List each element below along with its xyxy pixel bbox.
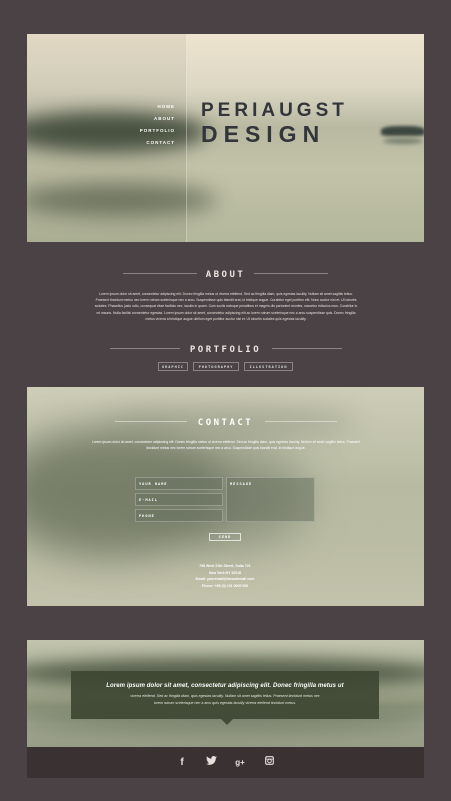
contact-heading: CONTACT bbox=[27, 412, 424, 430]
brand-name: PERIAUGST bbox=[201, 100, 348, 121]
contact-phone: Phone: +88 (0) 101 0000 000 bbox=[201, 583, 249, 588]
filter-illustration-button[interactable]: ILLUSTRATION bbox=[244, 362, 293, 371]
instagram-icon[interactable] bbox=[263, 756, 275, 770]
social-links: f g+ bbox=[27, 753, 424, 773]
hero-island bbox=[381, 126, 424, 136]
nav-portfolio[interactable]: PORTFOLIO bbox=[140, 125, 175, 137]
contact-address: 798 West 21th Street, Suite 721 New York… bbox=[175, 563, 275, 589]
name-input[interactable]: YOUR NAME bbox=[135, 477, 223, 490]
testimonial-text: viverra eleifend. Sed ac fringilla diam,… bbox=[130, 694, 320, 705]
filter-graphic-button[interactable]: GRAPHIC bbox=[158, 362, 188, 371]
filter-photography-button[interactable]: PHOTOGRAPHY bbox=[193, 362, 239, 371]
footer-scene: Lorem ipsum dolor sit amet, consectetur … bbox=[27, 640, 424, 747]
contact-text: Lorem ipsum dolor sit amet, consectetur … bbox=[91, 440, 361, 451]
footer: Lorem ipsum dolor sit amet, consectetur … bbox=[27, 640, 424, 778]
about-heading: ABOUT bbox=[0, 264, 451, 282]
send-button[interactable]: SEND bbox=[209, 533, 241, 541]
testimonial-pointer bbox=[221, 719, 233, 725]
main-nav: HOME ABOUT PORTFOLIO CONTACT bbox=[140, 101, 175, 149]
hero-divider bbox=[186, 34, 187, 242]
contact-title: CONTACT bbox=[197, 418, 254, 428]
hero-banner: HOME ABOUT PORTFOLIO CONTACT PERIAUGST D… bbox=[27, 34, 424, 242]
about-text: Lorem ipsum dolor sit amet, consectetur … bbox=[94, 292, 358, 321]
nav-contact[interactable]: CONTACT bbox=[140, 137, 175, 149]
email-input[interactable]: E-MAIL bbox=[135, 493, 223, 506]
testimonial-headline: Lorem ipsum dolor sit amet, consectetur … bbox=[106, 683, 344, 689]
twitter-icon[interactable] bbox=[205, 756, 217, 770]
portfolio-heading: PORTFOLIO bbox=[0, 339, 451, 357]
nav-home[interactable]: HOME bbox=[140, 101, 175, 113]
testimonial-box: Lorem ipsum dolor sit amet, consectetur … bbox=[71, 671, 379, 725]
nav-about[interactable]: ABOUT bbox=[140, 113, 175, 125]
message-textarea[interactable]: MESSAGE bbox=[226, 477, 315, 522]
contact-section: CONTACT Lorem ipsum dolor sit amet, cons… bbox=[27, 387, 424, 606]
facebook-icon[interactable]: f bbox=[176, 756, 188, 770]
about-title: ABOUT bbox=[205, 270, 246, 280]
google-plus-icon[interactable]: g+ bbox=[234, 756, 246, 770]
phone-input[interactable]: PHONE bbox=[135, 509, 223, 522]
brand-subtitle: DESIGN bbox=[201, 121, 326, 147]
portfolio-title: PORTFOLIO bbox=[189, 345, 262, 355]
